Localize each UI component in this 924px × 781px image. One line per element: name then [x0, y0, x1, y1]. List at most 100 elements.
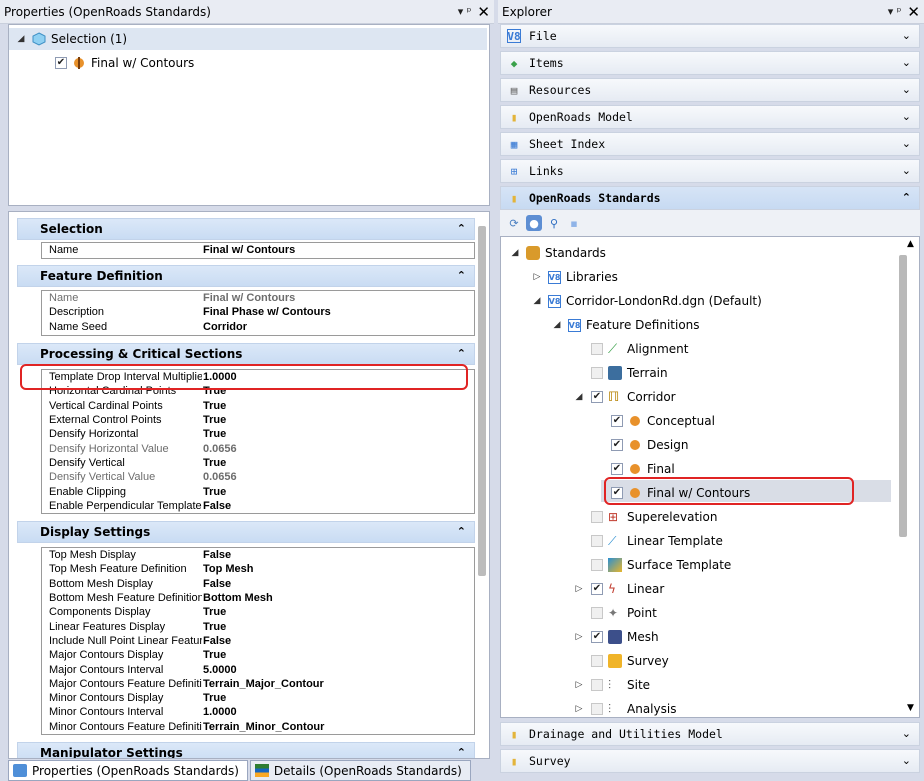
tree-mesh[interactable]: ▷ ✔ Mesh [573, 626, 659, 648]
scroll-down-icon[interactable]: ▼ [907, 703, 914, 713]
property-row[interactable]: Include Null Point Linear Features False [42, 634, 474, 648]
property-row[interactable]: Densify Vertical True [42, 456, 474, 470]
checkbox[interactable] [591, 343, 603, 355]
property-value[interactable]: False [202, 635, 231, 647]
property-row[interactable]: Bottom Mesh Feature Definition Bottom Mes… [42, 591, 474, 605]
property-value[interactable]: True [202, 457, 226, 469]
chevron-up-icon[interactable]: ⌃ [457, 269, 466, 282]
expand-arrow-icon[interactable]: ▷ [573, 584, 585, 594]
property-value[interactable]: False [202, 578, 231, 590]
property-row[interactable]: Enable Perpendicular Template Dr False [42, 499, 474, 513]
property-value[interactable]: Terrain_Minor_Contour [202, 721, 324, 733]
property-value[interactable]: Final w/ Contours [202, 292, 295, 304]
tab-properties[interactable]: Properties (OpenRoads Standards) [8, 760, 248, 781]
accordion-openroads-model[interactable]: ▮ OpenRoads Model ⌄ [500, 105, 920, 129]
property-value[interactable]: True [202, 621, 226, 633]
property-row[interactable]: Components Display True [42, 605, 474, 619]
chevron-down-icon[interactable]: ⌄ [902, 137, 911, 150]
chevron-up-icon[interactable]: ⌃ [457, 525, 466, 538]
property-row[interactable]: Major Contours Interval 5.0000 [42, 662, 474, 676]
property-value[interactable]: True [202, 486, 226, 498]
collapse-arrow-icon[interactable]: ◢ [573, 392, 585, 402]
tree-analysis[interactable]: ▷ ⫶ Analysis [573, 698, 677, 717]
section-manipulator-settings[interactable]: Manipulator Settings ⌃ [17, 742, 475, 758]
property-row[interactable]: Minor Contours Interval 1.0000 [42, 705, 474, 719]
scroll-up-icon[interactable]: ▲ [907, 239, 914, 249]
property-value[interactable]: Final Phase w/ Contours [202, 306, 331, 318]
tree-feature-definitions[interactable]: ◢ V8 Feature Definitions [551, 314, 700, 336]
pin-icon[interactable]: ▾ ᵖ [458, 5, 472, 18]
close-icon[interactable]: ✕ [907, 3, 920, 21]
properties-scrollbar[interactable] [478, 226, 486, 576]
property-row[interactable]: Top Mesh Display False [42, 548, 474, 562]
accordion-resources[interactable]: ▤ Resources ⌄ [500, 78, 920, 102]
property-row[interactable]: Major Contours Display True [42, 648, 474, 662]
property-row[interactable]: Major Contours Feature Definition Terrain… [42, 677, 474, 691]
property-value[interactable]: True [202, 400, 226, 412]
property-row[interactable]: Vertical Cardinal Points True [42, 399, 474, 413]
grid-icon[interactable]: ▪ [566, 215, 582, 231]
property-row[interactable]: Name Seed Corridor [42, 320, 474, 334]
chevron-up-icon[interactable]: ⌃ [457, 347, 466, 360]
collapse-arrow-icon[interactable]: ◢ [531, 296, 543, 306]
checkbox[interactable] [591, 535, 603, 547]
search-icon[interactable]: ⚲ [546, 215, 562, 231]
property-value[interactable]: True [202, 414, 226, 426]
chevron-down-icon[interactable]: ⌄ [902, 754, 911, 767]
expand-arrow-icon[interactable]: ▷ [573, 632, 585, 642]
tree-terrain[interactable]: Terrain [591, 362, 668, 384]
section-processing[interactable]: Processing & Critical Sections ⌃ [17, 343, 475, 365]
section-selection[interactable]: Selection ⌃ [17, 218, 475, 240]
property-value[interactable]: 1.0000 [202, 706, 237, 718]
chevron-down-icon[interactable]: ⌄ [902, 29, 911, 42]
tab-details[interactable]: Details (OpenRoads Standards) [249, 760, 471, 781]
checkbox[interactable] [591, 703, 603, 715]
property-row[interactable]: Densify Horizontal True [42, 427, 474, 441]
tree-point[interactable]: ✦ Point [591, 602, 657, 624]
checkbox[interactable] [591, 367, 603, 379]
checkbox[interactable]: ✔ [55, 57, 67, 69]
pin-icon[interactable]: ▾ ᵖ [888, 5, 902, 18]
tree-corridor[interactable]: ◢ ✔ ℿ Corridor [573, 386, 676, 408]
accordion-sheet-index[interactable]: ▦ Sheet Index ⌄ [500, 132, 920, 156]
tree-superelevation[interactable]: ⊞ Superelevation [591, 506, 717, 528]
globe-icon[interactable]: ● [526, 215, 542, 231]
tree-conceptual[interactable]: ✔ Conceptual [611, 410, 715, 432]
tree-surface-template[interactable]: Surface Template [591, 554, 731, 576]
collapse-arrow-icon[interactable]: ◢ [509, 248, 521, 258]
checkbox[interactable]: ✔ [591, 583, 603, 595]
section-feature-definition[interactable]: Feature Definition ⌃ [17, 265, 475, 287]
property-value[interactable]: False [202, 549, 231, 561]
property-row[interactable]: Enable Clipping True [42, 484, 474, 498]
property-value[interactable]: False [202, 500, 231, 512]
collapse-arrow-icon[interactable]: ◢ [551, 320, 563, 330]
property-value[interactable]: Terrain_Major_Contour [202, 678, 324, 690]
selection-node[interactable]: ◢ Selection (1) [15, 28, 128, 50]
accordion-file[interactable]: V8 File ⌄ [500, 24, 920, 48]
chevron-down-icon[interactable]: ⌄ [902, 727, 911, 740]
property-value[interactable]: True [202, 428, 226, 440]
tree-site[interactable]: ▷ ⫶ Site [573, 674, 651, 696]
property-row[interactable]: Minor Contours Display True [42, 691, 474, 705]
property-row[interactable]: Name Final w/ Contours [42, 243, 474, 257]
property-value[interactable]: 0.0656 [202, 443, 237, 455]
checkbox[interactable] [591, 655, 603, 667]
tree-standards[interactable]: ◢ Standards [509, 242, 606, 264]
checkbox[interactable] [591, 559, 603, 571]
tree-linear[interactable]: ▷ ✔ ϟ Linear [573, 578, 665, 600]
chevron-down-icon[interactable]: ⌄ [902, 110, 911, 123]
selected-item[interactable]: ✔ Final w/ Contours [55, 52, 194, 74]
tree-survey[interactable]: Survey [591, 650, 669, 672]
property-row[interactable]: Bottom Mesh Display False [42, 577, 474, 591]
checkbox[interactable]: ✔ [591, 391, 603, 403]
tree-design[interactable]: ✔ Design [611, 434, 688, 456]
property-value[interactable]: Corridor [202, 321, 247, 333]
expand-arrow-icon[interactable]: ▷ [573, 704, 585, 714]
property-row[interactable]: Densify Vertical Value 0.0656 [42, 470, 474, 484]
chevron-up-icon[interactable]: ⌃ [457, 222, 466, 235]
collapse-arrow-icon[interactable]: ◢ [15, 34, 27, 44]
accordion-survey[interactable]: ▮ Survey ⌄ [500, 749, 920, 773]
checkbox[interactable] [591, 679, 603, 691]
property-value[interactable]: 0.0656 [202, 471, 237, 483]
property-value[interactable]: Bottom Mesh [202, 592, 273, 604]
